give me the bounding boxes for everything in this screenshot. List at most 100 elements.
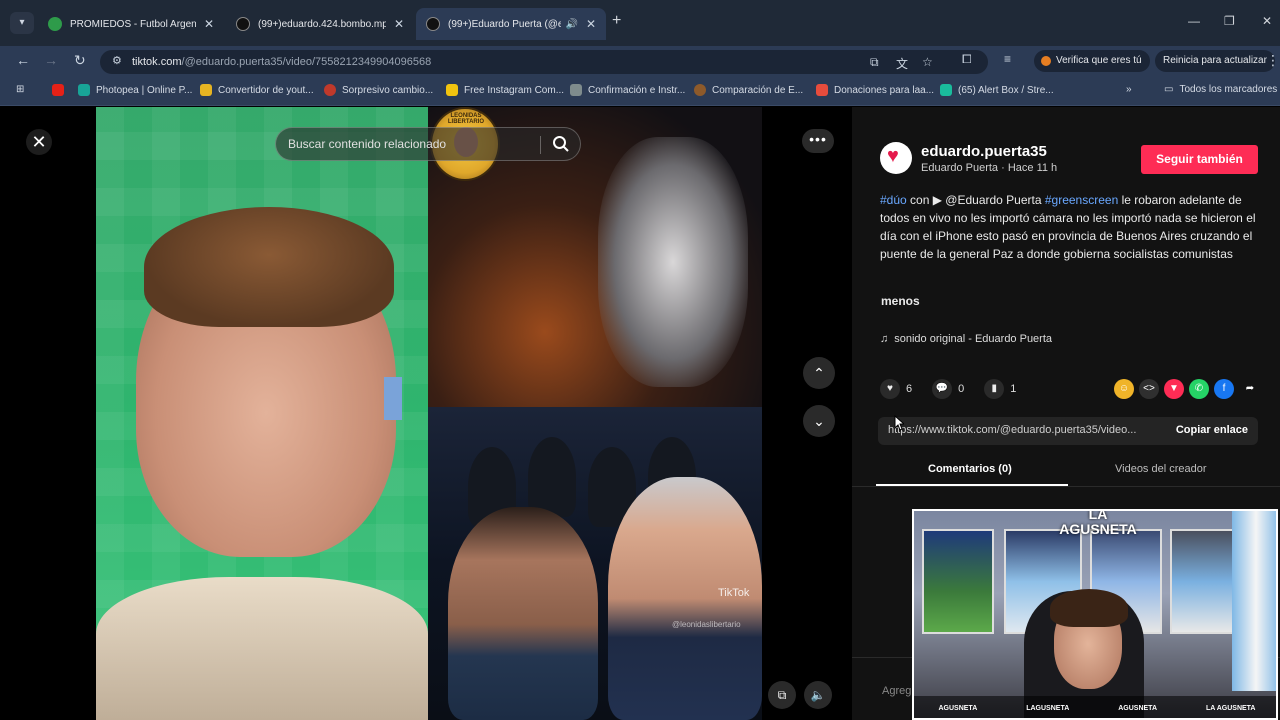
reading-list-icon[interactable]: ≡ [1004, 52, 1011, 66]
search-icon[interactable] [552, 135, 570, 153]
tab-creator-videos[interactable]: Videos del creador [1115, 463, 1207, 475]
bookmark-donaciones[interactable]: Donaciones para laa... [816, 84, 934, 96]
install-app-icon[interactable]: ⧉ [870, 55, 879, 70]
username[interactable]: eduardo.puerta35 [921, 143, 1047, 160]
confirmacion-icon [570, 84, 582, 96]
picture-in-picture-icon[interactable]: ⧉ [768, 681, 796, 709]
bookmark-alertbox[interactable]: (65) Alert Box / Stre... [940, 84, 1054, 96]
blurred-glare [598, 137, 748, 387]
all-bookmarks-folder[interactable]: ▭ Todos los marcadores [1164, 84, 1277, 95]
bookmark-sorpresivo[interactable]: Sorpresivo cambio... [324, 84, 433, 96]
share-link-box: https://www.tiktok.com/@eduardo.puerta35… [878, 417, 1258, 445]
tab-comments[interactable]: Comentarios (0) [928, 463, 1012, 475]
close-tab-icon[interactable]: ✕ [204, 17, 214, 31]
tab-title: (99+)eduardo.424.bombo.mp [258, 18, 386, 30]
video-description: #dúo con ▶ @Eduardo Puerta #greenscreen … [880, 191, 1258, 263]
translate-icon[interactable]: 文 [896, 55, 908, 72]
promiedos-favicon-icon [48, 17, 62, 31]
video-player[interactable]: TikTok @leonidaslibertario [96, 107, 762, 720]
maximize-icon[interactable]: ❐ [1224, 14, 1235, 28]
bookmark-instagram[interactable]: Free Instagram Com... [446, 84, 564, 96]
search-divider [540, 136, 541, 154]
engagement-row: ♥ 6 💬 0 ▮ 1 [880, 379, 1036, 399]
streamer-hair [1050, 589, 1128, 627]
embed-code-icon[interactable]: <> [1139, 379, 1159, 399]
close-tab-icon[interactable]: ✕ [586, 17, 596, 31]
apps-grid-icon[interactable]: ⊞ [16, 84, 24, 95]
save-count: 1 [1010, 383, 1017, 395]
x-handle: LAGUSNETA [1026, 704, 1070, 712]
youtube-bookmark-icon[interactable] [52, 84, 70, 96]
minimize-icon[interactable]: — [1188, 14, 1200, 28]
browser-toolbar: ← → ↻ ⚙ tiktok.com/@eduardo.puerta35/vid… [0, 46, 1280, 76]
whatsapp-icon[interactable]: ✆ [1189, 379, 1209, 399]
verify-button[interactable]: Verifica que eres tú [1034, 50, 1150, 72]
hashtag-duo[interactable]: #dúo [880, 193, 907, 207]
sorpresivo-icon [324, 84, 336, 96]
add-comment-input[interactable]: Agreg [882, 685, 911, 697]
sound-link[interactable]: ♫ sonido original - Eduardo Puerta [880, 333, 1052, 345]
site-info-icon[interactable]: ⚙ [112, 54, 122, 67]
share-arrow-icon[interactable]: ➦ [1240, 379, 1260, 399]
blue-tie [384, 377, 402, 420]
video-link[interactable]: https://www.tiktok.com/@eduardo.puerta35… [888, 424, 1154, 436]
social-handles-bar: AGUSNETA LAGUSNETA AGUSNETA LA AGUSNETA [914, 696, 1276, 718]
tiktok-video-page: ✕ TikTok @leonidaslibertario LEONIDAS LI… [0, 107, 1280, 720]
thumbnail-frame [428, 407, 762, 720]
more-bookmarks-icon[interactable]: » [1126, 84, 1132, 95]
bookmarks-bar: ⊞ Photopea | Online P... Convertidor de … [0, 76, 1280, 106]
previous-video-button[interactable]: ⌃ [803, 357, 835, 389]
bookmark-comparacion[interactable]: Comparación de E... [694, 84, 803, 96]
desc-text: con [906, 193, 933, 207]
tabs-divider [852, 486, 1280, 487]
man-left [448, 507, 598, 720]
follow-button[interactable]: Seguir también [1141, 145, 1258, 174]
tab-eduardo-bombo[interactable]: (99+)eduardo.424.bombo.mp ✕ [226, 8, 414, 40]
related-search-bar[interactable]: Buscar contenido relacionado [275, 127, 581, 161]
tab-promiedos[interactable]: PROMIEDOS - Futbol Argentino ✕ [38, 8, 224, 40]
share-friends-icon[interactable]: ☺ [1114, 379, 1134, 399]
copy-link-button[interactable]: Copiar enlace [1176, 424, 1248, 436]
more-options-button[interactable]: ••• [802, 129, 834, 153]
comment-icon[interactable]: 💬 [932, 379, 953, 399]
mouse-cursor-icon [894, 415, 904, 431]
close-video-button[interactable]: ✕ [26, 129, 52, 155]
extensions-icon[interactable]: ⧠ [962, 52, 972, 67]
avatar[interactable] [880, 142, 912, 174]
youtube-handle: LA AGUSNETA [1205, 704, 1256, 712]
forward-icon[interactable]: → [44, 52, 58, 68]
address-bar[interactable]: ⚙ tiktok.com/@eduardo.puerta35/video/755… [100, 50, 988, 74]
speaker-hair [144, 207, 394, 327]
comment-count: 0 [958, 383, 965, 395]
instagram-handle: AGUSNETA [938, 704, 978, 712]
bookmark-icon[interactable]: ▮ [984, 379, 1005, 399]
reload-icon[interactable]: ↻ [74, 52, 86, 69]
update-button[interactable]: Reinicia para actualizar [1155, 50, 1275, 72]
menu-kebab-icon[interactable]: ⋮ [1266, 52, 1280, 69]
bookmark-star-icon[interactable]: ☆ [922, 55, 933, 69]
tab-eduardo-puerta[interactable]: (99+)Eduardo Puerta (@ed 🔊 ✕ [416, 8, 606, 40]
kick-handle: AGUSNETA [1118, 704, 1157, 712]
bookmark-photopea[interactable]: Photopea | Online P... [78, 84, 192, 96]
hashtag-greenscreen[interactable]: #greenscreen [1042, 193, 1118, 207]
tab-search-button[interactable]: ▾ [10, 12, 34, 34]
active-tab-indicator [876, 484, 1068, 486]
mention-link[interactable]: ▶ @Eduardo Puerta [933, 193, 1042, 207]
like-heart-icon[interactable]: ♥ [880, 379, 900, 399]
facebook-icon[interactable]: f [1214, 379, 1234, 399]
hooded-figure [528, 437, 576, 517]
search-input[interactable]: Buscar contenido relacionado [288, 137, 446, 151]
bookmark-confirmacion[interactable]: Confirmación e Instr... [570, 84, 685, 96]
next-video-button[interactable]: ⌄ [803, 405, 835, 437]
bookmark-convertidor[interactable]: Convertidor de yout... [200, 84, 314, 96]
tab-title: (99+)Eduardo Puerta (@ed [448, 18, 562, 30]
back-icon[interactable]: ← [16, 52, 30, 68]
volume-icon[interactable]: 🔈 [804, 681, 832, 709]
show-less-button[interactable]: menos [881, 294, 920, 308]
new-tab-button[interactable]: + [612, 12, 621, 30]
audio-playing-icon[interactable]: 🔊 [565, 19, 577, 30]
send-dm-icon[interactable]: ▼ [1164, 379, 1184, 399]
photopea-icon [78, 84, 90, 96]
close-window-icon[interactable]: ✕ [1262, 14, 1272, 28]
close-tab-icon[interactable]: ✕ [394, 17, 404, 31]
